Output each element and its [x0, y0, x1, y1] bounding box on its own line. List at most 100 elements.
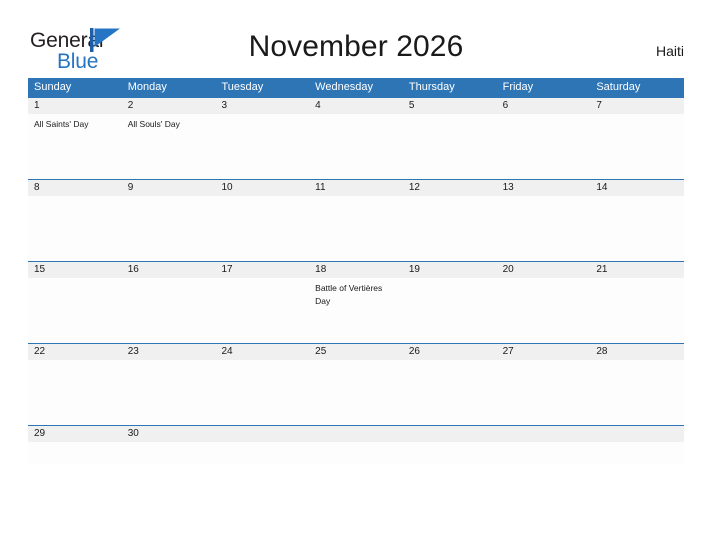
event-cell[interactable]	[497, 278, 591, 343]
region-label: Haiti	[655, 43, 684, 59]
event-cell[interactable]	[122, 278, 216, 343]
page-header: General Blue November 2026 Haiti	[0, 0, 712, 72]
calendar-grid: Sunday Monday Tuesday Wednesday Thursday…	[28, 78, 684, 464]
date-cell[interactable]: 19	[403, 262, 497, 278]
date-cell[interactable]: 16	[122, 262, 216, 278]
date-cell-empty	[590, 426, 684, 442]
date-cell[interactable]: 23	[122, 344, 216, 360]
page-title: November 2026	[248, 30, 464, 63]
event-cell[interactable]	[215, 360, 309, 425]
date-cell[interactable]: 4	[309, 98, 403, 114]
date-cell[interactable]: 29	[28, 426, 122, 442]
weekday-tuesday: Tuesday	[221, 81, 264, 93]
date-cell[interactable]: 1	[28, 98, 122, 114]
date-cell-empty	[309, 426, 403, 442]
week-date-row: 15 16 17 18 19 20 21	[28, 261, 684, 278]
event-cell[interactable]	[215, 196, 309, 261]
date-cell[interactable]: 13	[497, 180, 591, 196]
calendar-week-5: 29 30	[28, 425, 684, 464]
event-cell[interactable]	[28, 278, 122, 343]
event-cell[interactable]	[122, 360, 216, 425]
holiday-label: All Souls' Day	[127, 119, 180, 129]
event-cell[interactable]	[309, 196, 403, 261]
event-cell[interactable]: All Saints' Day	[28, 114, 122, 179]
weekday-sunday: Sunday	[34, 81, 72, 93]
week-event-row	[28, 360, 684, 425]
event-cell	[403, 442, 497, 464]
event-cell[interactable]	[403, 114, 497, 179]
weekday-thursday: Thursday	[408, 81, 455, 93]
event-cell[interactable]	[215, 278, 309, 343]
week-event-row	[28, 442, 684, 464]
event-cell[interactable]	[590, 360, 684, 425]
date-cell[interactable]: 2	[122, 98, 216, 114]
date-cell[interactable]: 8	[28, 180, 122, 196]
date-cell[interactable]: 21	[590, 262, 684, 278]
date-cell[interactable]: 22	[28, 344, 122, 360]
date-cell[interactable]: 25	[309, 344, 403, 360]
event-cell[interactable]	[309, 114, 403, 179]
event-cell[interactable]	[590, 196, 684, 261]
date-cell[interactable]: 17	[215, 262, 309, 278]
event-cell	[590, 442, 684, 464]
date-cell[interactable]: 3	[215, 98, 309, 114]
week-date-row: 8 9 10 11 12 13 14	[28, 179, 684, 196]
event-cell	[215, 442, 309, 464]
week-event-row: All Saints' Day All Souls' Day	[28, 114, 684, 179]
calendar-week-1: 1 2 3 4 5 6 7 All Saints' Day All Souls'…	[28, 97, 684, 179]
calendar-week-4: 22 23 24 25 26 27 28	[28, 343, 684, 425]
event-cell	[309, 442, 403, 464]
event-cell[interactable]: All Souls' Day	[122, 114, 216, 179]
week-date-row: 22 23 24 25 26 27 28	[28, 343, 684, 360]
event-cell[interactable]: Battle of Vertières Day	[309, 278, 403, 343]
holiday-label: Battle of Vertières Day	[315, 283, 383, 306]
week-event-row: Battle of Vertières Day	[28, 278, 684, 343]
date-cell[interactable]: 27	[497, 344, 591, 360]
date-cell[interactable]: 5	[403, 98, 497, 114]
event-cell[interactable]	[590, 278, 684, 343]
event-cell[interactable]	[122, 196, 216, 261]
event-cell[interactable]	[28, 442, 122, 464]
date-cell[interactable]: 28	[590, 344, 684, 360]
date-cell[interactable]: 14	[590, 180, 684, 196]
event-cell	[497, 442, 591, 464]
event-cell[interactable]	[403, 196, 497, 261]
date-cell-empty	[215, 426, 309, 442]
date-cell[interactable]: 6	[497, 98, 591, 114]
event-cell[interactable]	[215, 114, 309, 179]
event-cell[interactable]	[28, 196, 122, 261]
weekday-monday: Monday	[127, 81, 167, 93]
event-cell[interactable]	[309, 360, 403, 425]
date-cell[interactable]: 18	[309, 262, 403, 278]
week-date-row: 29 30	[28, 425, 684, 442]
date-cell-empty	[403, 426, 497, 442]
weekday-saturday: Saturday	[596, 81, 641, 93]
date-cell[interactable]: 30	[122, 426, 216, 442]
date-cell[interactable]: 15	[28, 262, 122, 278]
event-cell[interactable]	[497, 196, 591, 261]
week-date-row: 1 2 3 4 5 6 7	[28, 97, 684, 114]
date-cell[interactable]: 7	[590, 98, 684, 114]
date-cell[interactable]: 10	[215, 180, 309, 196]
calendar-week-3: 15 16 17 18 19 20 21 Battle of Vertières…	[28, 261, 684, 343]
event-cell[interactable]	[403, 278, 497, 343]
weekday-header-row: Sunday Monday Tuesday Wednesday Thursday…	[28, 78, 684, 97]
calendar-page: General Blue November 2026 Haiti Sunday …	[0, 0, 712, 550]
date-cell[interactable]: 20	[497, 262, 591, 278]
date-cell[interactable]: 26	[403, 344, 497, 360]
date-cell[interactable]: 12	[403, 180, 497, 196]
date-cell[interactable]: 9	[122, 180, 216, 196]
event-cell[interactable]	[497, 114, 591, 179]
holiday-label: All Saints' Day	[34, 119, 89, 129]
event-cell[interactable]	[28, 360, 122, 425]
date-cell[interactable]: 11	[309, 180, 403, 196]
week-event-row	[28, 196, 684, 261]
event-cell[interactable]	[403, 360, 497, 425]
event-cell[interactable]	[590, 114, 684, 179]
calendar-week-2: 8 9 10 11 12 13 14	[28, 179, 684, 261]
event-cell[interactable]	[122, 442, 216, 464]
event-cell[interactable]	[497, 360, 591, 425]
date-cell[interactable]: 24	[215, 344, 309, 360]
date-cell-empty	[497, 426, 591, 442]
weekday-wednesday: Wednesday	[315, 81, 374, 93]
